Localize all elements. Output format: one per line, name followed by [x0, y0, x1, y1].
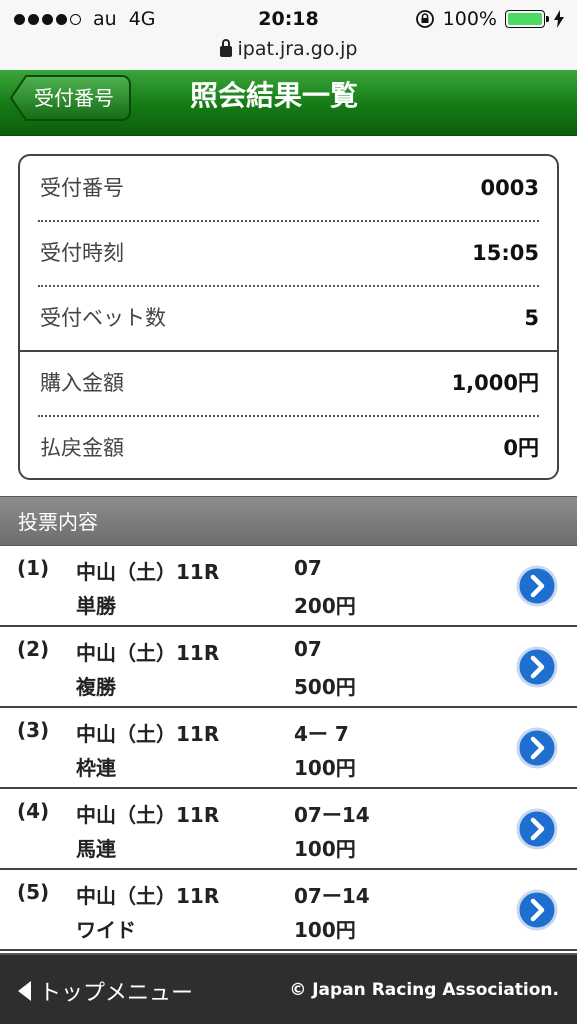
bet-number: (3)	[17, 718, 50, 742]
bet-combination: 07	[294, 556, 322, 580]
info-label: 購入金額	[40, 371, 124, 395]
nav-header: 受付番号 照会結果一覧	[0, 70, 577, 136]
rotation-lock-icon	[415, 10, 434, 28]
bet-combination: 4ー 7	[294, 722, 349, 746]
back-button[interactable]: 受付番号	[10, 74, 131, 122]
bet-row[interactable]: (5) 中山（土）11R ワイド 07ー14 100円	[0, 870, 577, 951]
bet-combination: 07ー14	[294, 803, 370, 827]
bet-number: (1)	[17, 556, 50, 580]
bet-race: 中山（土）11R	[76, 560, 220, 584]
back-button-label: 受付番号	[34, 86, 114, 110]
footer-bar: トップメニュー © Japan Racing Association.	[0, 953, 577, 1024]
battery-icon	[505, 10, 549, 28]
bet-race: 中山（土）11R	[76, 722, 220, 746]
bet-race: 中山（土）11R	[76, 803, 220, 827]
charging-bolt-icon	[554, 10, 564, 28]
info-label: 受付ベット数	[40, 306, 166, 330]
bet-amount: 100円	[294, 918, 356, 942]
bet-combination: 07	[294, 637, 322, 661]
bet-number: (5)	[17, 880, 50, 904]
chevron-right-icon[interactable]	[516, 565, 558, 607]
bet-row[interactable]: (4) 中山（土）11R 馬連 07ー14 100円	[0, 789, 577, 870]
bet-type: ワイド	[76, 918, 136, 942]
triangle-left-icon	[18, 980, 31, 1001]
bet-number: (2)	[17, 637, 50, 661]
bet-race: 中山（土）11R	[76, 641, 220, 665]
info-value: 1,000円	[451, 371, 539, 395]
copyright-text: © Japan Racing Association.	[289, 980, 559, 1000]
address-bar[interactable]: ipat.jra.go.jp	[0, 38, 577, 60]
status-bar: au 4G 20:18 100% ipat.jra.go.jp	[0, 0, 577, 70]
bet-row[interactable]: (3) 中山（土）11R 枠連 4ー 7 100円	[0, 708, 577, 789]
bet-amount: 100円	[294, 756, 356, 780]
battery-percent: 100%	[442, 8, 497, 30]
bet-combination: 07ー14	[294, 884, 370, 908]
url-text: ipat.jra.go.jp	[237, 38, 358, 60]
bet-type: 複勝	[76, 675, 116, 699]
info-value: 0003	[480, 176, 539, 200]
top-menu-link[interactable]: トップメニュー	[18, 955, 193, 1024]
bet-amount: 500円	[294, 675, 356, 699]
info-row-payout-amount: 払戻金額 0円	[20, 416, 557, 478]
info-value: 5	[524, 306, 539, 330]
bet-number: (4)	[17, 799, 50, 823]
info-value: 15:05	[472, 241, 539, 265]
top-menu-label: トップメニュー	[39, 980, 194, 1006]
info-label: 払戻金額	[40, 436, 124, 460]
chevron-right-icon[interactable]	[516, 646, 558, 688]
chevron-right-icon[interactable]	[516, 808, 558, 850]
bet-amount: 200円	[294, 594, 356, 618]
info-row-receipt-time: 受付時刻 15:05	[20, 221, 557, 286]
info-row-purchase-amount: 購入金額 1,000円	[20, 351, 557, 416]
lock-icon	[219, 38, 232, 57]
info-row-receipt-number: 受付番号 0003	[20, 156, 557, 221]
page-title: 照会結果一覧	[190, 79, 359, 112]
bet-type: 馬連	[76, 837, 116, 861]
bet-row[interactable]: (1) 中山（土）11R 単勝 07 200円	[0, 546, 577, 627]
bet-race: 中山（土）11R	[76, 884, 220, 908]
bet-type: 単勝	[76, 594, 116, 618]
receipt-summary: 受付番号 0003 受付時刻 15:05 受付ベット数 5 購入金額 1,000…	[18, 154, 559, 480]
bet-type: 枠連	[76, 756, 116, 780]
section-header-bet-contents: 投票内容	[0, 496, 577, 546]
info-label: 受付時刻	[40, 241, 124, 265]
bet-amount: 100円	[294, 837, 356, 861]
info-value: 0円	[503, 436, 539, 460]
chevron-right-icon[interactable]	[516, 889, 558, 931]
info-label: 受付番号	[40, 176, 124, 200]
chevron-right-icon[interactable]	[516, 727, 558, 769]
section-title: 投票内容	[18, 510, 98, 534]
info-row-bet-count: 受付ベット数 5	[20, 286, 557, 351]
bet-row[interactable]: (2) 中山（土）11R 複勝 07 500円	[0, 627, 577, 708]
